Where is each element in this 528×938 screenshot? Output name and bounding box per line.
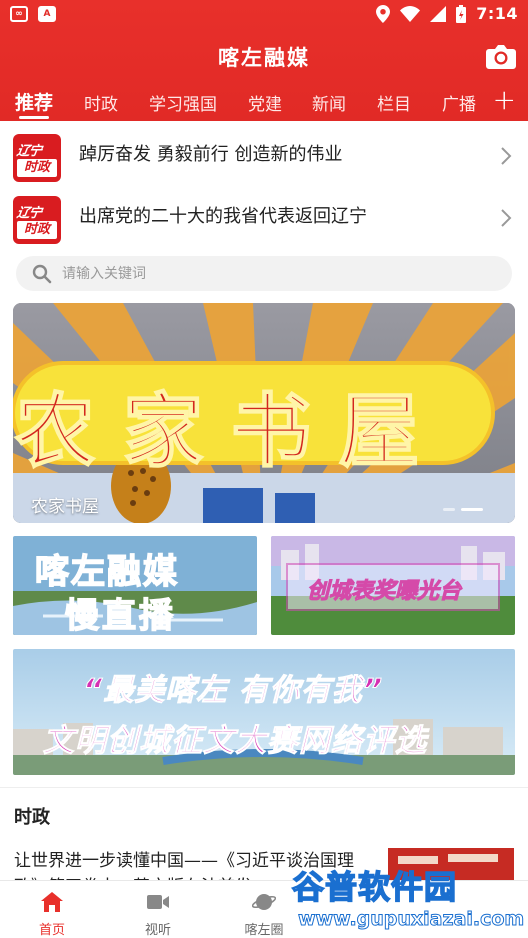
banner-art-char: 书	[230, 384, 312, 479]
watermark-title: 谷普软件园	[291, 867, 458, 907]
planet-icon	[252, 894, 276, 910]
home-icon	[41, 892, 63, 912]
news-title: 出席党的二十大的我省代表返回辽宁	[79, 206, 367, 227]
location-icon	[376, 4, 391, 23]
liaoning-politics-logo: 辽宁 时政	[13, 196, 61, 244]
news-item[interactable]: 辽宁 时政 踔厉奋发 勇毅前行 创造新的伟业	[0, 126, 528, 186]
chevron-right-icon	[501, 209, 512, 227]
promo-civilization-award[interactable]: 创城表奖曝光台	[271, 536, 515, 635]
nav-home-label: 首页	[38, 923, 65, 938]
clock: 7:14	[476, 4, 518, 23]
battery-charging-icon	[456, 4, 467, 23]
wifi-icon	[400, 5, 421, 22]
carousel-dot	[443, 508, 455, 511]
chevron-right-icon	[501, 147, 512, 165]
channel-tabs: 推荐 时政 学习强国 党建 新闻 栏目 广播 +	[0, 84, 528, 121]
tab-xuexi-qiangguo[interactable]: 学习强国	[149, 90, 217, 115]
status-bar: ∞ A 7:14	[0, 0, 528, 30]
tab-party-building[interactable]: 党建	[248, 90, 282, 115]
tab-columns[interactable]: 栏目	[377, 90, 411, 115]
carousel-indicator	[443, 508, 483, 511]
promo-slow-live-line1: 喀左融媒	[34, 551, 179, 593]
banner-caption: 农家书屋	[31, 497, 99, 517]
promo-slow-live-line2: 慢直播	[64, 595, 176, 635]
section-title: 时政	[14, 807, 50, 828]
search-icon	[32, 264, 52, 284]
tab-politics[interactable]: 时政	[84, 90, 118, 115]
section-divider	[0, 787, 528, 788]
search-bar[interactable]	[16, 256, 512, 291]
app-title: 喀左融媒	[218, 46, 310, 70]
banner-art-char: 屋	[338, 384, 420, 479]
banner-art-char: 农	[14, 384, 96, 479]
add-channel-button[interactable]: +	[493, 86, 516, 114]
app-header: ∞ A 7:14 喀左融媒 推荐 时政 学习强国 党建 新闻 栏目 广播 +	[0, 0, 528, 121]
banner-art-char: 家	[122, 384, 204, 479]
news-item[interactable]: 辽宁 时政 出席党的二十大的我省代表返回辽宁	[0, 188, 528, 248]
liaoning-politics-logo: 辽宁 时政	[13, 134, 61, 182]
video-icon	[147, 895, 169, 909]
tab-recommend[interactable]: 推荐	[15, 88, 53, 115]
search-input[interactable]	[62, 256, 492, 291]
promo-essay-contest[interactable]: “最美喀左 有你有我” 文明创城征文大赛网络评选	[13, 649, 515, 775]
active-tab-indicator	[19, 116, 49, 119]
nav-video[interactable]: 视听	[118, 881, 198, 938]
tab-broadcast[interactable]: 广播	[442, 90, 476, 115]
news-title: 踔厉奋发 勇毅前行 创造新的伟业	[79, 144, 343, 165]
tab-news[interactable]: 新闻	[312, 90, 346, 115]
watermark: 谷普软件园 www.gupuxiazai.com	[291, 862, 528, 938]
banner-carousel[interactable]: 农 家 书 屋 农家书屋	[13, 303, 515, 523]
promo-essay-contest-line2: 文明创城征文大赛网络评选	[43, 723, 427, 760]
logo-text-bottom: 时政	[17, 221, 57, 239]
camera-icon[interactable]	[486, 44, 516, 70]
logo-text-top: 辽宁	[15, 144, 42, 159]
app-notification-icon: A	[38, 6, 56, 22]
infinity-icon: ∞	[10, 6, 28, 22]
promo-slow-live[interactable]: 喀左融媒 慢直播	[13, 536, 257, 635]
promo-essay-contest-line1: “最美喀左 有你有我”	[82, 673, 384, 709]
logo-text-top: 辽宁	[15, 206, 42, 221]
promo-civilization-award-title: 创城表奖曝光台	[306, 579, 462, 605]
carousel-dot-active	[461, 508, 483, 511]
logo-text-bottom: 时政	[17, 159, 57, 177]
watermark-url: www.gupuxiazai.com	[297, 908, 525, 931]
nav-video-label: 视听	[144, 923, 171, 938]
signal-icon	[430, 5, 447, 22]
nav-home[interactable]: 首页	[12, 881, 92, 938]
